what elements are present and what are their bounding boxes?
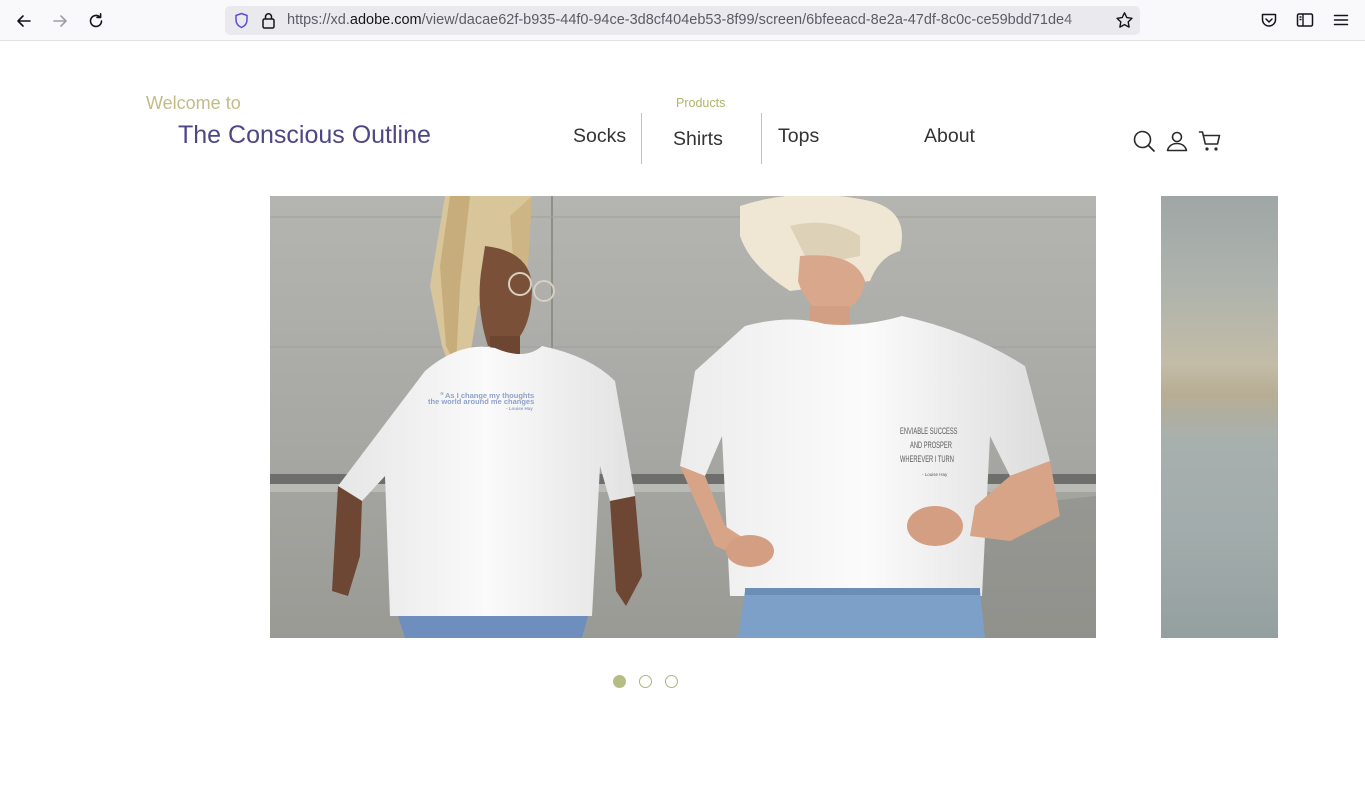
hero-photo: “ As I change my thoughts the world arou…: [270, 196, 1096, 638]
search-icon[interactable]: [1132, 129, 1156, 153]
reload-icon: [89, 13, 103, 28]
url-text[interactable]: https://xd.adobe.com/view/dacae62f-b935-…: [287, 12, 1105, 30]
carousel-dot-3[interactable]: [665, 675, 678, 688]
products-label: Products: [676, 96, 726, 110]
next-carousel-slide-preview[interactable]: [1161, 196, 1278, 638]
browser-toolbar: https://xd.adobe.com/view/dacae62f-b935-…: [0, 0, 1365, 41]
user-icon[interactable]: [1165, 129, 1189, 153]
nav-divider: [641, 113, 642, 164]
reload-button[interactable]: [83, 8, 109, 34]
pocket-icon[interactable]: [1260, 11, 1278, 29]
url-path: /view/dacae62f-b935-44f0-94ce-3d8cf404eb…: [421, 12, 1073, 28]
forward-arrow-icon: [53, 15, 67, 27]
welcome-text: Welcome to: [146, 93, 241, 113]
lock-icon[interactable]: [261, 12, 276, 29]
cart-icon[interactable]: [1198, 129, 1222, 153]
print-quote-line2: the world around me changes: [428, 397, 534, 406]
print2-line1: ENVIABLE SUCCESS: [900, 426, 958, 437]
nav-link-shirts[interactable]: Shirts: [673, 128, 723, 151]
print2-line2: AND PROSPER: [910, 440, 952, 451]
carousel-dot-1[interactable]: [613, 675, 626, 688]
brand-logo-text[interactable]: The Conscious Outline: [178, 121, 431, 150]
nav-link-tops[interactable]: Tops: [778, 125, 819, 148]
print2-line3: WHEREVER I TURN: [900, 454, 954, 465]
nav-divider: [761, 113, 762, 164]
back-button[interactable]: [11, 8, 37, 34]
print-quote-author: - Louise Hay: [506, 406, 533, 411]
carousel-dot-2[interactable]: [639, 675, 652, 688]
hero-carousel-slide[interactable]: “ As I change my thoughts the world arou…: [270, 196, 1096, 638]
shield-icon[interactable]: [233, 12, 250, 29]
nav-link-socks[interactable]: Socks: [573, 125, 626, 148]
back-arrow-icon: [17, 15, 31, 27]
menu-icon[interactable]: [1332, 11, 1350, 29]
sidebar-icon[interactable]: [1296, 11, 1314, 29]
forward-button[interactable]: [47, 8, 73, 34]
url-bar[interactable]: https://xd.adobe.com/view/dacae62f-b935-…: [225, 6, 1140, 35]
nav-link-about[interactable]: About: [924, 125, 975, 148]
star-icon[interactable]: [1115, 11, 1134, 30]
url-host: adobe.com: [349, 12, 422, 28]
print2-author: - Louise Hay: [922, 472, 948, 477]
url-prefix: https://xd.: [287, 12, 350, 28]
